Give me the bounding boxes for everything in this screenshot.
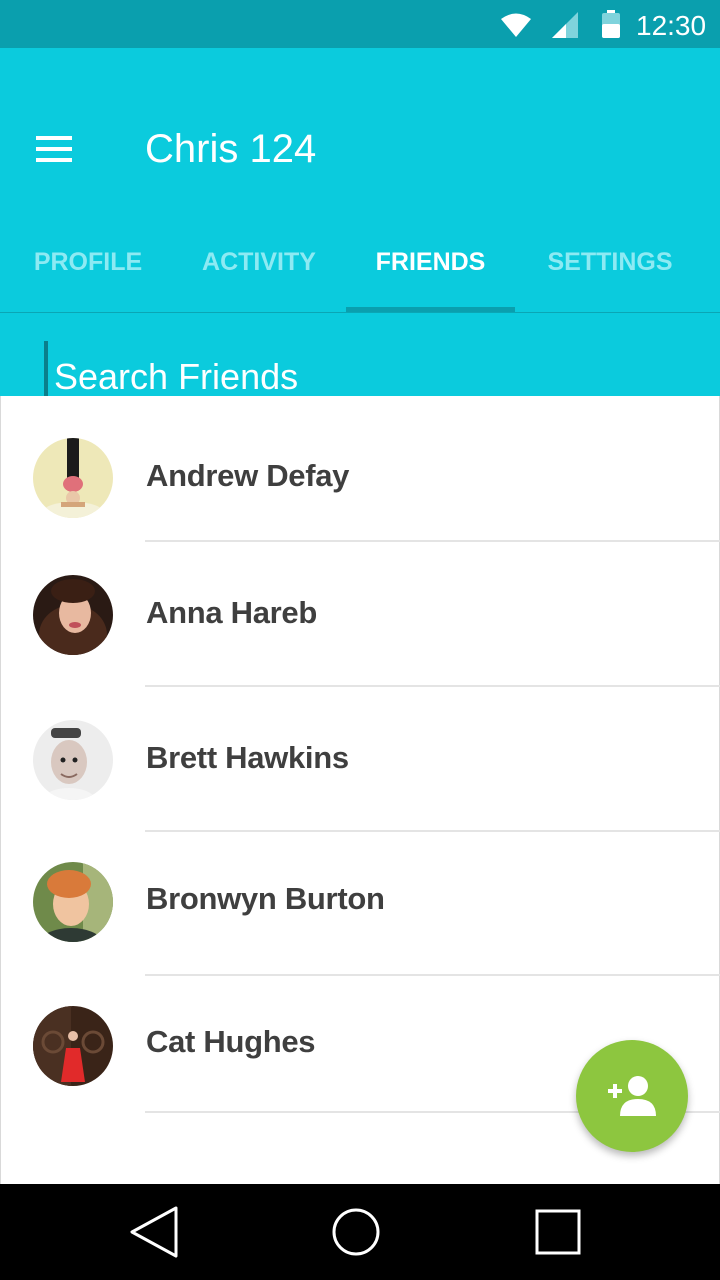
hamburger-menu-icon[interactable]	[36, 136, 72, 162]
friend-name: Andrew Defay	[146, 458, 350, 493]
avatar	[33, 862, 113, 942]
wifi-icon	[501, 13, 531, 37]
friend-row[interactable]: Brett Hawkins	[1, 685, 720, 832]
back-icon[interactable]	[126, 1204, 182, 1260]
status-time: 12:30	[636, 10, 707, 41]
home-icon[interactable]	[328, 1204, 384, 1260]
friend-name: Cat Hughes	[146, 1024, 316, 1059]
status-bar: 12:30	[0, 0, 720, 48]
avatar	[33, 438, 113, 518]
add-friend-fab-button[interactable]	[576, 1040, 688, 1152]
friend-row[interactable]: Bronwyn Burton	[1, 829, 720, 976]
tab-settings[interactable]: SETTINGS	[530, 238, 690, 312]
friend-row[interactable]: Anna Hareb	[1, 540, 720, 687]
system-navigation-bar	[0, 1184, 720, 1280]
friend-name: Anna Hareb	[146, 595, 317, 630]
avatar	[33, 1006, 113, 1086]
tab-profile[interactable]: PROFILE	[18, 238, 158, 312]
friend-name: Bronwyn Burton	[146, 881, 385, 916]
avatar	[33, 575, 113, 655]
tab-bar: PROFILE ACTIVITY FRIENDS SETTINGS	[0, 238, 720, 312]
battery-icon	[602, 10, 620, 38]
tab-friends[interactable]: FRIENDS	[346, 238, 515, 312]
tab-activity[interactable]: ACTIVITY	[186, 238, 332, 312]
recents-icon[interactable]	[530, 1204, 586, 1260]
add-person-icon	[608, 1076, 656, 1116]
avatar	[33, 720, 113, 800]
friend-name: Brett Hawkins	[146, 740, 349, 775]
page-title: Chris 124	[145, 127, 317, 171]
friend-row[interactable]: Andrew Defay	[1, 403, 720, 547]
app-bar: Chris 124 PROFILE ACTIVITY FRIENDS SETTI…	[0, 48, 720, 413]
cell-signal-icon	[552, 12, 578, 38]
